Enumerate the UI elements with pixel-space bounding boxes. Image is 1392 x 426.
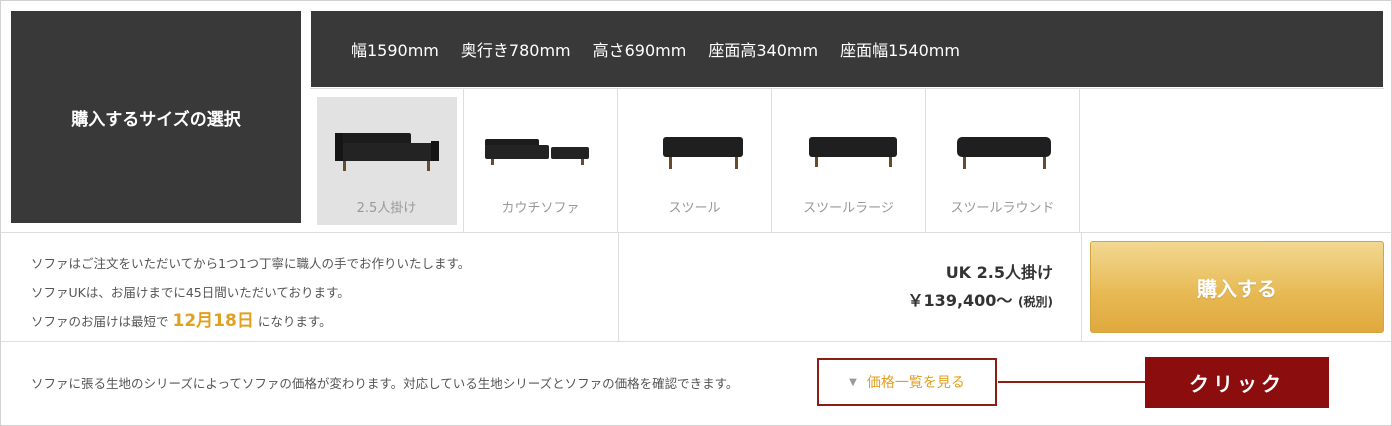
dimension-depth: 奥行き780mm	[460, 41, 571, 60]
fabric-price-note: ソファに張る生地のシリーズによってソファの価格が変わります。対応している生地シリ…	[31, 376, 739, 391]
buy-button[interactable]: 購入する	[1090, 241, 1384, 333]
product-name: UK 2.5人掛け	[945, 263, 1053, 282]
delivery-suffix: になります。	[257, 314, 332, 329]
divider	[618, 233, 619, 341]
sofa-icon	[335, 133, 439, 171]
size-option-stool-large[interactable]: スツールラージ	[772, 89, 926, 232]
empty-option-slot	[1080, 89, 1384, 232]
size-selector-panel: 購入するサイズの選択 幅1590mm 奥行き780mm 高さ690mm 座面高3…	[0, 0, 1392, 426]
size-option-2-5-seater[interactable]: 2.5人掛け	[310, 89, 464, 232]
size-option-stool-round[interactable]: スツールラウンド	[926, 89, 1080, 232]
dimension-height: 高さ690mm	[592, 41, 687, 60]
callout-connector	[998, 381, 1145, 383]
stool-icon	[663, 137, 743, 169]
couch-sofa-icon	[485, 139, 589, 165]
click-callout: クリック	[1145, 357, 1329, 408]
stool-round-icon	[957, 137, 1051, 169]
size-selection-heading: 購入するサイズの選択	[11, 11, 301, 223]
delivery-note-line3: ソファのお届けは最短で 12月18日 になります。	[31, 307, 470, 336]
purchase-row: ソファはご注文をいただいてから1つ1つ丁寧に職人の手でお作りいたします。 ソファ…	[1, 232, 1391, 342]
delivery-date: 12月18日	[172, 311, 254, 331]
option-label: 2.5人掛け	[356, 201, 417, 216]
delivery-prefix: ソファのお届けは最短で	[31, 314, 169, 329]
stool-large-icon	[809, 137, 897, 167]
size-options: 2.5人掛け カウチソファ スツール スツールラージ スツールラウンド	[310, 88, 1384, 232]
tax-note: (税別)	[1018, 295, 1053, 309]
divider	[1081, 233, 1082, 341]
price-list-label: 価格一覧を見る	[866, 375, 965, 391]
size-option-stool[interactable]: スツール	[618, 89, 772, 232]
dimensions-bar: 幅1590mm 奥行き780mm 高さ690mm 座面高340mm 座面幅154…	[311, 11, 1383, 87]
delivery-note-line2: ソファUKは、お届けまでに45日間いただいております。	[31, 285, 350, 300]
option-label: スツール	[668, 201, 721, 216]
price-value: ￥139,400〜	[907, 291, 1013, 310]
option-label: カウチソファ	[501, 201, 580, 216]
chevron-down-icon: ▼	[849, 376, 857, 388]
delivery-note-line1: ソファはご注文をいただいてから1つ1つ丁寧に職人の手でお作りいたします。	[31, 256, 471, 271]
option-label: スツールラウンド	[950, 201, 1055, 216]
dimension-width: 幅1590mm	[351, 41, 439, 60]
price-list-button[interactable]: ▼ 価格一覧を見る	[817, 358, 997, 406]
dimension-seat-height: 座面高340mm	[708, 41, 819, 60]
size-option-couch-sofa[interactable]: カウチソファ	[464, 89, 618, 232]
delivery-note: ソファはご注文をいただいてから1つ1つ丁寧に職人の手でお作りいたします。 ソファ…	[31, 249, 470, 336]
dimension-seat-width: 座面幅1540mm	[840, 41, 960, 60]
option-label: スツールラージ	[803, 201, 894, 216]
product-price: ￥139,400〜 (税別)	[908, 287, 1053, 311]
